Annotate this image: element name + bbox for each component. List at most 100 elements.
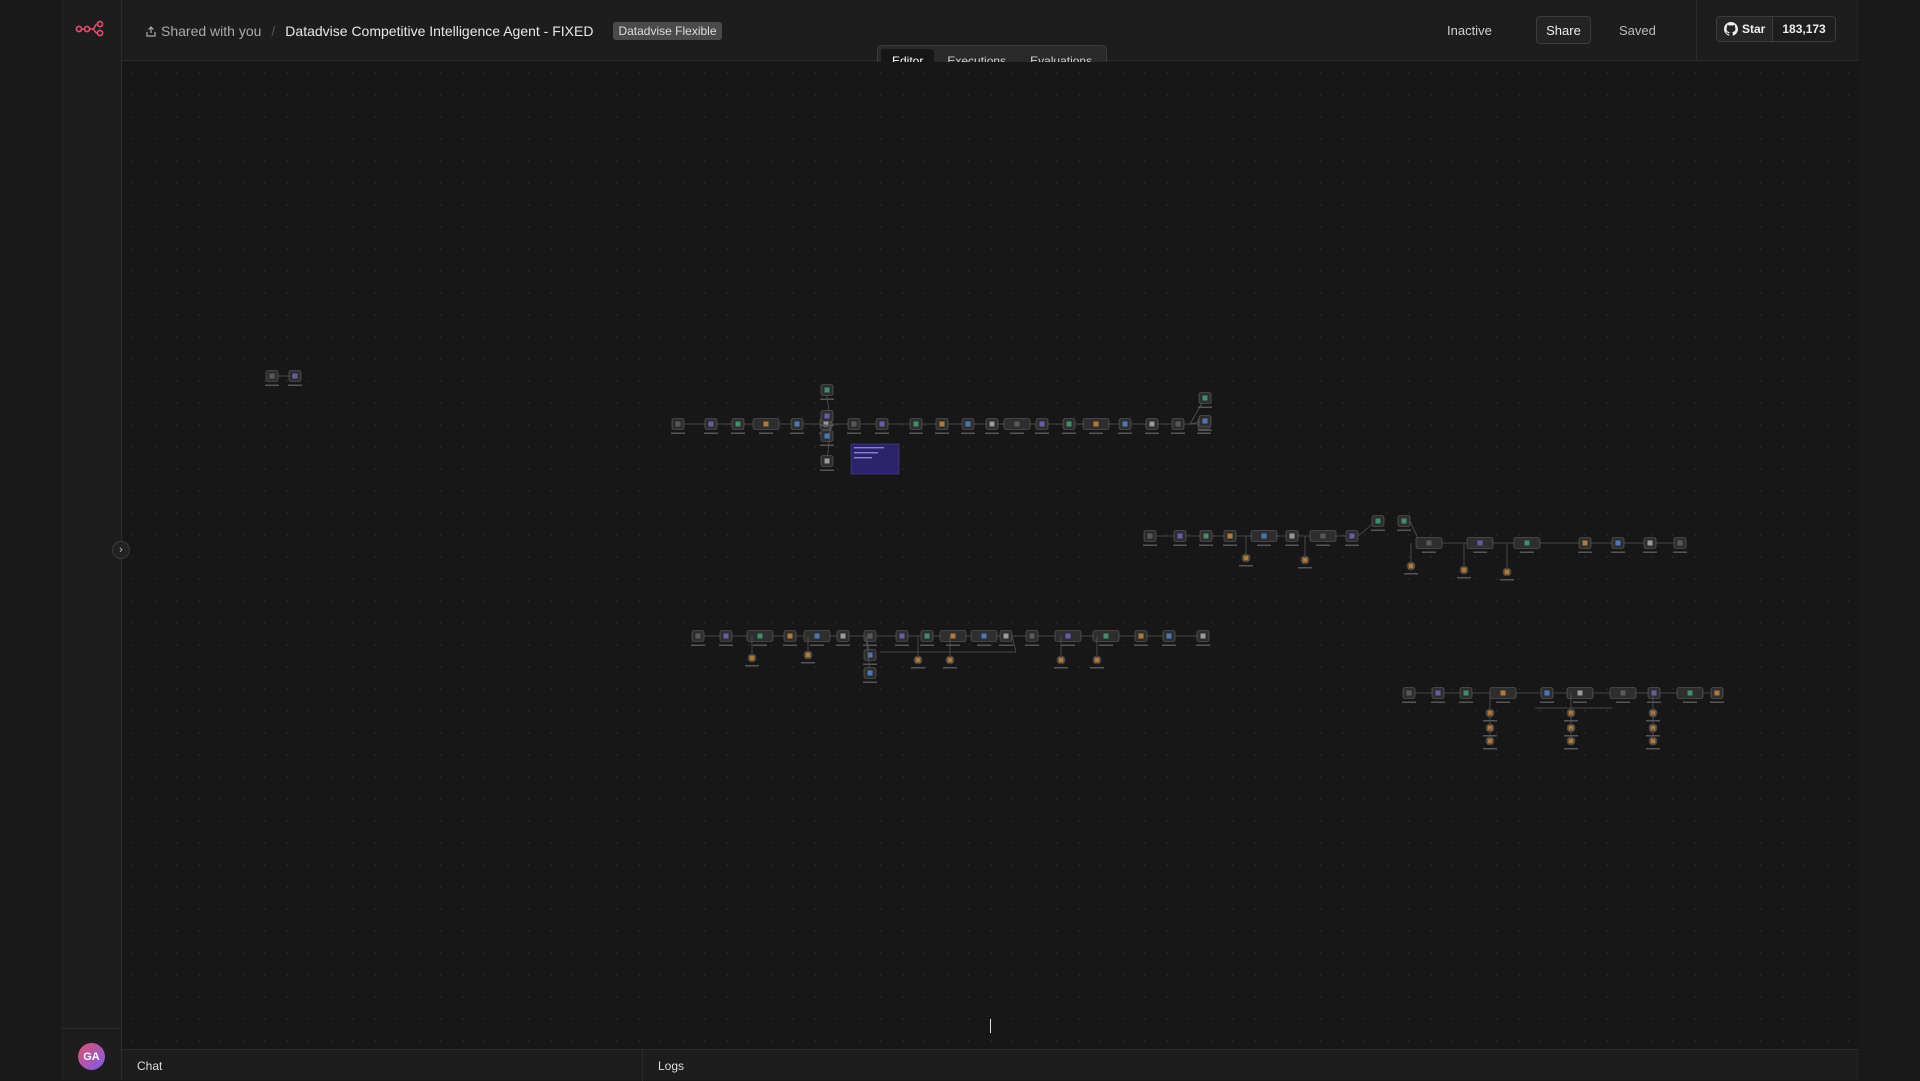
node-icon: [1647, 540, 1653, 546]
share-icon: [146, 25, 156, 37]
node-label: [719, 644, 733, 646]
node-icon: [1177, 533, 1183, 539]
node-icon: [1289, 533, 1295, 539]
expand-sidebar-button[interactable]: ›: [112, 541, 130, 559]
node-label: [1118, 432, 1132, 434]
node-label: [909, 432, 923, 434]
node-icon: [867, 633, 873, 639]
node-label: [1564, 748, 1578, 750]
node-label: [1540, 701, 1554, 703]
logs-panel-tab[interactable]: Logs: [658, 1059, 684, 1073]
chat-panel-tab[interactable]: Chat: [137, 1059, 162, 1073]
node-label: [1402, 701, 1416, 703]
node-icon: [1677, 540, 1683, 546]
node-label: [753, 644, 767, 646]
node-label: [863, 681, 877, 683]
node-label: [1061, 644, 1075, 646]
node-label: [1090, 667, 1104, 669]
node-icon: [1093, 421, 1099, 427]
node-label: [1647, 701, 1661, 703]
node-icon: [851, 421, 857, 427]
node-label: [1197, 432, 1211, 434]
workflow-graph[interactable]: [122, 62, 1859, 1049]
node-icon: [814, 633, 820, 639]
node-label: [1223, 544, 1237, 546]
node-icon: [1477, 540, 1483, 546]
node-label: [1483, 748, 1497, 750]
node-label: [935, 432, 949, 434]
node-label: [1257, 544, 1271, 546]
node-icon: [867, 670, 873, 676]
outer-left-margin: [0, 0, 61, 1080]
node-label: [1099, 644, 1113, 646]
github-star[interactable]: Star: [1717, 17, 1774, 41]
active-status-toggle[interactable]: Inactive: [1447, 23, 1492, 38]
node-icon: [1227, 533, 1233, 539]
node-label: [1199, 544, 1213, 546]
node-label: [1345, 544, 1359, 546]
node-icon: [915, 657, 921, 663]
node-label: [920, 644, 934, 646]
node-icon: [1577, 690, 1583, 696]
node-label: [1397, 529, 1411, 531]
n8n-logo-icon[interactable]: [75, 18, 109, 38]
node-icon: [757, 633, 763, 639]
node-icon: [695, 633, 701, 639]
node-label: [820, 469, 834, 471]
node-icon: [1066, 421, 1072, 427]
node-label: [1145, 432, 1159, 434]
node-icon: [1687, 690, 1693, 696]
github-star-button[interactable]: Star 183,173: [1716, 16, 1836, 42]
share-button[interactable]: Share: [1536, 16, 1591, 44]
node-label: [1616, 701, 1630, 703]
node-label: [1404, 573, 1418, 575]
node-label: [704, 432, 718, 434]
node-label: [1457, 577, 1471, 579]
node-label: [1371, 529, 1385, 531]
sidebar-footer: GA: [61, 1028, 122, 1080]
node-label: [875, 432, 889, 434]
workflow-canvas[interactable]: [122, 62, 1859, 1049]
node-icon: [1320, 533, 1326, 539]
node-icon: [1029, 633, 1035, 639]
node-icon: [1620, 690, 1626, 696]
node-icon: [1500, 690, 1506, 696]
header-divider: [1696, 0, 1697, 61]
node-icon: [1349, 533, 1355, 539]
node-label: [1162, 644, 1176, 646]
node-icon: [1524, 540, 1530, 546]
avatar[interactable]: GA: [78, 1043, 105, 1070]
node-icon: [1504, 569, 1510, 575]
node-icon: [1103, 633, 1109, 639]
node-label: [265, 384, 279, 386]
node-label: [1473, 551, 1487, 553]
sticky-note-text-line: [854, 457, 872, 459]
node-icon: [1147, 533, 1153, 539]
node-label: [1643, 551, 1657, 553]
node-icon: [269, 373, 275, 379]
node-icon: [1408, 563, 1414, 569]
node-icon: [675, 421, 681, 427]
node-icon: [1463, 690, 1469, 696]
node-icon: [1406, 690, 1412, 696]
workflow-title[interactable]: Datadvise Competitive Intelligence Agent…: [285, 23, 593, 39]
node-label: [1710, 701, 1724, 703]
node-icon: [787, 633, 793, 639]
node-label: [1089, 432, 1103, 434]
node-label: [745, 665, 759, 667]
node-icon: [1582, 540, 1588, 546]
node-icon: [805, 652, 811, 658]
outer-right-margin: [1859, 0, 1920, 1080]
sticky-note-text-line: [854, 452, 878, 454]
node-label: [820, 444, 834, 446]
node-label: [1171, 432, 1185, 434]
shared-with-you-link[interactable]: Shared with you: [146, 23, 261, 39]
sticky-note[interactable]: [850, 443, 900, 475]
github-star-label: Star: [1742, 22, 1766, 36]
workflow-tag[interactable]: Datadvise Flexible: [613, 22, 722, 40]
node-icon: [1039, 421, 1045, 427]
node-label: [895, 644, 909, 646]
sticky-note-text-line: [854, 447, 884, 449]
node-icon: [1202, 418, 1208, 424]
node-icon: [292, 373, 298, 379]
